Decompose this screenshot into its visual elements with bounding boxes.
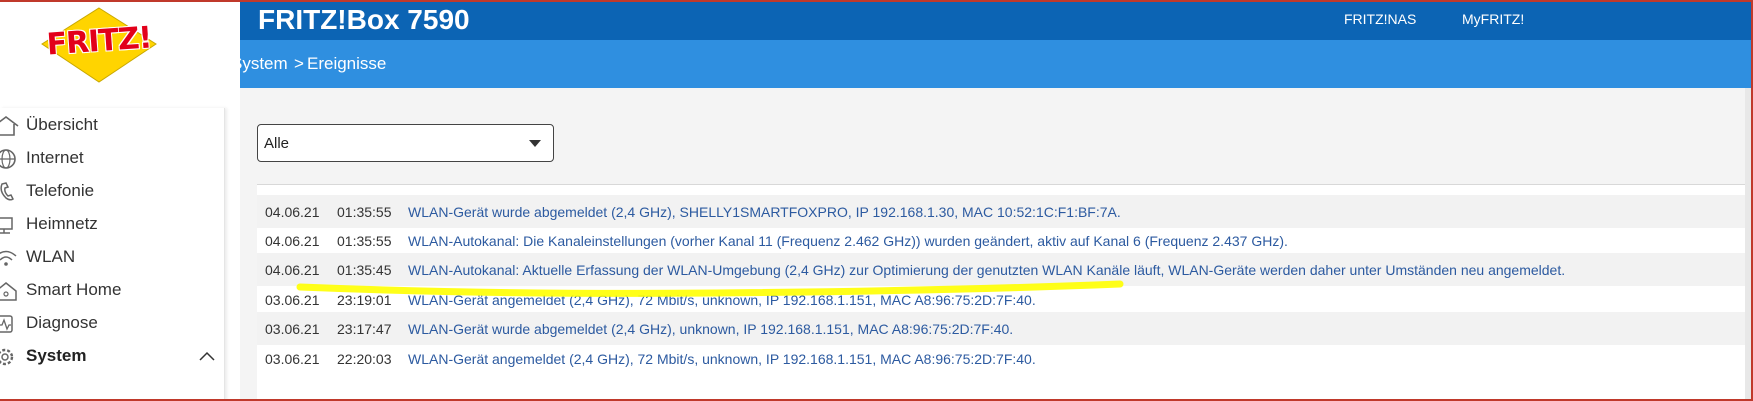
diagnose-icon bbox=[0, 315, 13, 333]
event-date: 03.06.21 bbox=[265, 292, 320, 308]
sidebar-item-telefonie[interactable]: Telefonie bbox=[0, 174, 225, 210]
event-message[interactable]: WLAN-Autokanal: Die Kanaleinstellungen (… bbox=[408, 233, 1288, 249]
sidebar-item-label: Internet bbox=[26, 148, 84, 167]
event-filter-value: Alle bbox=[264, 135, 290, 152]
breadcrumb-separator: > bbox=[294, 54, 304, 73]
scrollbar-edge[interactable] bbox=[1745, 88, 1753, 401]
event-message[interactable]: WLAN-Gerät wurde abgemeldet (2,4 GHz), u… bbox=[408, 321, 1013, 337]
event-message[interactable]: WLAN-Autokanal: Aktuelle Erfassung der W… bbox=[408, 262, 1565, 278]
phone-icon bbox=[0, 182, 14, 201]
event-time: 01:35:45 bbox=[337, 262, 392, 278]
myfritz-link[interactable]: MyFRITZ! bbox=[1462, 11, 1524, 27]
event-message[interactable]: WLAN-Gerät angemeldet (2,4 GHz), 72 Mbit… bbox=[408, 292, 1036, 308]
sidebar-item-label: Telefonie bbox=[26, 181, 95, 200]
event-message[interactable]: WLAN-Gerät angemeldet (2,4 GHz), 72 Mbit… bbox=[408, 351, 1036, 367]
table-row-highlighted: 04.06.21 01:35:45 WLAN-Autokanal: Aktuel… bbox=[257, 253, 1753, 286]
breadcrumb: System > Ereignisse bbox=[231, 40, 1753, 88]
event-date: 04.06.21 bbox=[265, 233, 320, 249]
sidebar-item-label: WLAN bbox=[26, 247, 76, 266]
chevron-down-icon bbox=[529, 140, 541, 147]
smart-home-icon bbox=[0, 282, 17, 301]
event-time: 23:19:01 bbox=[337, 292, 392, 308]
event-filter-select[interactable]: Alle bbox=[257, 124, 554, 162]
sidebar-item-label: Smart Home bbox=[26, 280, 122, 299]
fritz-nas-link[interactable]: FRITZ!NAS bbox=[1344, 11, 1416, 27]
breadcrumb-system[interactable]: System bbox=[231, 54, 288, 74]
page-title: FRITZ!Box 7590 bbox=[258, 4, 470, 35]
sidebar-item-label: Diagnose bbox=[26, 313, 98, 332]
event-list: 04.06.21 01:35:55 WLAN-Gerät wurde abgem… bbox=[257, 184, 1753, 401]
network-icon bbox=[0, 217, 13, 234]
chevron-up-icon[interactable] bbox=[198, 349, 216, 363]
event-time: 01:35:55 bbox=[337, 204, 392, 220]
home-icon bbox=[0, 116, 19, 136]
wifi-icon bbox=[0, 250, 17, 266]
table-row: 03.06.21 22:20:03 WLAN-Gerät angemeldet … bbox=[257, 342, 1753, 375]
main-content: Alle 04.06.21 01:35:55 WLAN-Gerät wurde … bbox=[240, 88, 1753, 401]
event-message[interactable]: WLAN-Gerät wurde abgemeldet (2,4 GHz), S… bbox=[408, 204, 1121, 220]
top-header: FRITZ!Box 7590 FRITZ!NAS MyFRITZ! bbox=[240, 0, 1753, 40]
sidebar-item-label: System bbox=[26, 346, 87, 365]
sidebar: Übersicht Internet Telefonie Heimnetz WL… bbox=[0, 108, 225, 401]
event-time: 22:20:03 bbox=[337, 351, 392, 367]
globe-icon bbox=[0, 149, 16, 169]
sidebar-item-label: Übersicht bbox=[26, 115, 98, 134]
logo-area: FRITZ! bbox=[0, 0, 240, 88]
sidebar-item-uebersicht[interactable]: Übersicht bbox=[0, 108, 225, 144]
sidebar-item-internet[interactable]: Internet bbox=[0, 141, 225, 177]
sidebar-item-label: Heimnetz bbox=[26, 214, 98, 233]
event-time: 01:35:55 bbox=[337, 233, 392, 249]
fritz-logo[interactable]: FRITZ! bbox=[38, 6, 160, 84]
sidebar-item-diagnose[interactable]: Diagnose bbox=[0, 306, 225, 342]
sidebar-item-system[interactable]: System bbox=[0, 339, 225, 375]
event-time: 23:17:47 bbox=[337, 321, 392, 337]
breadcrumb-ereignisse: Ereignisse bbox=[307, 54, 387, 73]
sidebar-item-wlan[interactable]: WLAN bbox=[0, 240, 225, 276]
event-date: 03.06.21 bbox=[265, 321, 320, 337]
sidebar-item-smart-home[interactable]: Smart Home bbox=[0, 273, 225, 309]
system-icon bbox=[0, 348, 14, 366]
sidebar-item-heimnetz[interactable]: Heimnetz bbox=[0, 207, 225, 243]
event-date: 04.06.21 bbox=[265, 204, 320, 220]
event-date: 04.06.21 bbox=[265, 262, 320, 278]
event-date: 03.06.21 bbox=[265, 351, 320, 367]
table-row: 03.06.21 23:17:47 WLAN-Gerät wurde abgem… bbox=[257, 312, 1753, 345]
